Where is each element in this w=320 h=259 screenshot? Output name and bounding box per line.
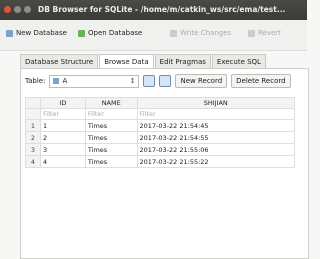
tab-execute-sql[interactable]: Execute SQL: [211, 54, 266, 69]
filter-input-shijian[interactable]: Filter: [136, 108, 296, 120]
cell-name[interactable]: Times: [84, 119, 138, 132]
row-number[interactable]: 2: [25, 131, 41, 144]
corner-cell[interactable]: [25, 97, 41, 109]
write-changes-label: Write Changes: [180, 29, 232, 37]
maximize-button[interactable]: [24, 6, 31, 13]
table-select[interactable]: A ↕: [49, 74, 140, 88]
cell-shijian[interactable]: 2017-03-22 21:54:45: [136, 119, 296, 132]
cell-name[interactable]: Times: [84, 131, 138, 144]
header-row: ID NAME SHIJIAN: [25, 97, 296, 109]
new-database-label: New Database: [16, 29, 67, 37]
open-database-label: Open Database: [88, 29, 143, 37]
browse-data-panel: Table: A ↕ New Record Delete Record ID N…: [20, 68, 309, 259]
main-tabs: Database Structure Browse Data Edit Prag…: [20, 54, 267, 69]
title-bar: DB Browser for SQLite - /home/m/catkin_w…: [0, 0, 307, 20]
row-number[interactable]: 3: [25, 143, 41, 156]
write-changes-icon: [170, 29, 177, 37]
table-icon: [53, 78, 60, 84]
close-button[interactable]: [4, 6, 11, 13]
window-controls: [4, 6, 31, 13]
chevron-down-icon: ↕: [129, 76, 136, 85]
cell-id[interactable]: 2: [40, 131, 86, 144]
new-record-button[interactable]: New Record: [175, 74, 228, 88]
window-title: DB Browser for SQLite - /home/m/catkin_w…: [38, 5, 286, 14]
row-number[interactable]: 4: [25, 155, 41, 168]
row-number[interactable]: 1: [25, 119, 41, 132]
table-row[interactable]: 3 3 Times 2017-03-22 21:55:06: [25, 143, 296, 156]
cell-shijian[interactable]: 2017-03-22 21:54:55: [136, 131, 296, 144]
write-changes-button[interactable]: Write Changes: [170, 29, 231, 37]
filter-row-number: [25, 108, 41, 120]
table-select-value: A: [62, 77, 68, 85]
cell-id[interactable]: 3: [40, 143, 86, 156]
table-label: Table:: [25, 77, 46, 85]
open-database-icon: [78, 29, 85, 37]
tab-database-structure[interactable]: Database Structure: [20, 54, 99, 69]
minimize-button[interactable]: [14, 6, 21, 13]
tab-edit-pragmas[interactable]: Edit Pragmas: [154, 54, 211, 69]
cell-id[interactable]: 1: [40, 119, 86, 132]
table-row[interactable]: 1 1 Times 2017-03-22 21:54:45: [25, 119, 296, 132]
table-selector-row: Table: A ↕ New Record Delete Record: [25, 74, 291, 88]
new-database-button[interactable]: New Database: [6, 29, 67, 37]
cell-id[interactable]: 4: [40, 155, 86, 168]
filter-input-id[interactable]: Filter: [40, 108, 86, 120]
cell-name[interactable]: Times: [84, 143, 138, 156]
clear-filters-icon[interactable]: [159, 75, 172, 87]
filter-row: Filter Filter Filter: [25, 108, 296, 120]
cell-name[interactable]: Times: [84, 155, 138, 168]
data-grid: ID NAME SHIJIAN Filter Filter Filter 1 1…: [25, 97, 296, 168]
column-header-shijian[interactable]: SHIJIAN: [136, 97, 296, 109]
new-database-icon: [6, 29, 13, 37]
revert-changes-button[interactable]: Revert: [248, 29, 281, 37]
filter-input-name[interactable]: Filter: [84, 108, 138, 120]
open-database-button[interactable]: Open Database: [78, 29, 142, 37]
toolbar: New Database Open Database Write Changes…: [0, 20, 307, 51]
refresh-icon[interactable]: [143, 75, 156, 87]
tab-browse-data[interactable]: Browse Data: [99, 54, 154, 69]
cell-shijian[interactable]: 2017-03-22 21:55:22: [136, 155, 296, 168]
table-row[interactable]: 2 2 Times 2017-03-22 21:54:55: [25, 131, 296, 144]
table-row[interactable]: 4 4 Times 2017-03-22 21:55:22: [25, 155, 296, 168]
column-header-name[interactable]: NAME: [84, 97, 138, 109]
column-header-id[interactable]: ID: [40, 97, 86, 109]
revert-changes-label: Revert: [258, 29, 281, 37]
delete-record-button[interactable]: Delete Record: [231, 74, 291, 88]
cell-shijian[interactable]: 2017-03-22 21:55:06: [136, 143, 296, 156]
revert-changes-icon: [248, 29, 255, 37]
